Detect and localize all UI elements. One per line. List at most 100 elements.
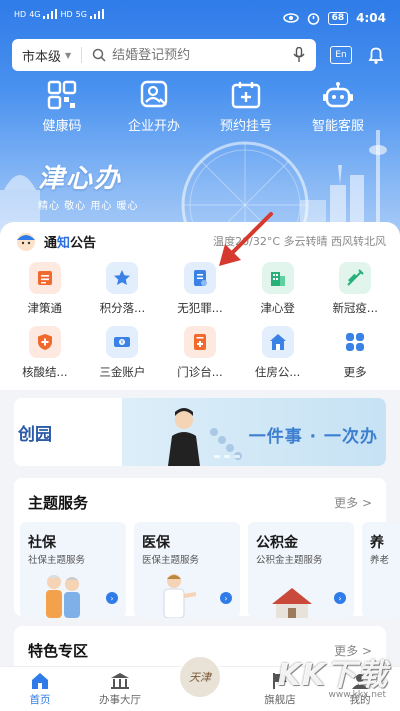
signal-icon: [43, 9, 58, 19]
theme-card-title: 公积金: [256, 535, 298, 551]
service-row: 津策通 积分落... 无犯罪... 津心登 新冠疫...: [6, 262, 394, 326]
notice-title: 通知公告: [44, 232, 96, 251]
section-title: 主题服务: [28, 494, 89, 512]
theme-card-social-security[interactable]: 社保 社保主题服务 ›: [20, 522, 126, 618]
business-person-icon: [140, 80, 168, 108]
banner-slogan: 一件事 · 一次办: [248, 427, 378, 447]
quick-label: 企业开办: [127, 119, 180, 134]
service-item-nucleic-result[interactable]: 核酸结...: [10, 326, 80, 390]
svg-text:¥: ¥: [121, 340, 124, 346]
service-label: 新冠疫...: [332, 301, 378, 315]
quick-services: 健康码 企业开办 预约挂号 智能客服: [0, 80, 400, 136]
tab-label: 首页: [29, 694, 51, 706]
tab-profile[interactable]: 我的: [320, 667, 400, 711]
arrow-right-icon[interactable]: ›: [106, 592, 118, 604]
notice-title-highlight: 知: [57, 235, 71, 251]
search-input[interactable]: [112, 47, 292, 63]
service-item-housing-fund[interactable]: 住房公...: [243, 326, 313, 390]
qr-code-icon: [47, 80, 77, 110]
service-label: 津策通: [27, 301, 63, 315]
caret-down-icon[interactable]: ▼: [65, 51, 71, 60]
doctor-illustration: [163, 574, 197, 618]
hd-label: HD: [14, 10, 27, 19]
theme-card-subtitle: 医保主题服务: [142, 555, 200, 566]
quick-label: 预约挂号: [219, 119, 272, 134]
service-item-points-settlement[interactable]: 积分落...: [87, 262, 157, 326]
tab-label: 旗舰店: [264, 694, 296, 706]
service-item-outpatient[interactable]: 门诊台...: [165, 326, 235, 390]
theme-card-title: 社保: [28, 535, 56, 551]
services-card: 通知公告 温度20/32°C 多云转晴 西风转北风 津策通 积分落... 无犯罪…: [0, 222, 400, 390]
medical-calendar-icon: [231, 82, 261, 109]
signal-indicators: HD 4G HD 5G: [14, 9, 104, 19]
theme-card-title: 医保: [142, 535, 170, 551]
clock: 4:04: [356, 11, 386, 25]
quick-label: 健康码: [42, 119, 82, 134]
certificate-icon: [183, 262, 216, 294]
home-icon: [32, 673, 48, 689]
theme-card-row: 社保 社保主题服务 › 医保 医保主题服务 › 公积金 公积金主题服务 › 养 …: [20, 522, 400, 618]
brand-title: 津心办: [38, 164, 123, 194]
theme-card-pension[interactable]: 养 养老: [362, 522, 400, 618]
promo-banner[interactable]: 创园 一件事 · 一次办: [14, 398, 386, 466]
status-bar: HD 4G HD 5G 68 4:04: [0, 0, 400, 36]
arrow-right-icon[interactable]: ›: [220, 592, 232, 604]
arrow-right-icon[interactable]: ›: [334, 592, 346, 604]
service-label: 住房公...: [254, 365, 301, 379]
more-link[interactable]: 更多 >: [334, 494, 372, 511]
microphone-icon[interactable]: [292, 47, 306, 63]
service-row: 核酸结... ¥ 三金账户 门诊台... 住房公... 更多: [6, 326, 394, 390]
tab-service-hall[interactable]: 办事大厅: [80, 667, 160, 711]
theme-card-housing-fund[interactable]: 公积金 公积金主题服务 ›: [248, 522, 354, 618]
theme-card-medical-insurance[interactable]: 医保 医保主题服务 ›: [134, 522, 240, 618]
language-toggle-button[interactable]: En: [330, 46, 352, 64]
more-link[interactable]: 更多 >: [334, 642, 372, 659]
service-label: 无犯罪...: [177, 301, 223, 315]
quick-label: 智能客服: [311, 119, 364, 134]
service-item-jincetong[interactable]: 津策通: [10, 262, 80, 326]
theme-card-subtitle: 公积金主题服务: [256, 555, 323, 566]
search-box[interactable]: 市本级 ▼: [12, 39, 316, 71]
service-label: 三金账户: [99, 365, 146, 379]
city-selector[interactable]: 市本级: [22, 46, 61, 65]
quick-item-smart-service[interactable]: 智能客服: [298, 80, 378, 136]
tab-center[interactable]: 天津: [160, 655, 240, 711]
elderly-couple-illustration: [46, 575, 80, 618]
tianjin-logo[interactable]: 天津: [178, 655, 222, 699]
syringe-icon: [339, 262, 372, 294]
service-item-no-criminal-record[interactable]: 无犯罪...: [165, 262, 235, 326]
bell-icon[interactable]: [366, 45, 386, 65]
service-label: 门诊台...: [177, 365, 223, 379]
user-icon: [352, 674, 368, 689]
service-item-more[interactable]: 更多: [320, 326, 390, 390]
service-item-covid-vaccine[interactable]: 新冠疫...: [320, 262, 390, 326]
banner-left-text: 创园: [18, 425, 52, 445]
quick-item-health-code[interactable]: 健康码: [22, 80, 102, 136]
service-item-jinxindeng[interactable]: 津心登: [243, 262, 313, 326]
search-row: 市本级 ▼ En: [12, 38, 388, 72]
search-icon: [92, 48, 106, 62]
tab-home[interactable]: 首页: [0, 667, 80, 711]
notice-title-suffix: 公告: [70, 235, 97, 251]
house-icon: [261, 326, 294, 358]
red-arrow-icon: [219, 212, 273, 266]
theme-services-panel: 主题服务 更多 > 社保 社保主题服务 › 医保 医保主题服务 › 公积金 公积…: [14, 478, 400, 618]
flag-icon: [273, 673, 287, 689]
service-item-three-funds[interactable]: ¥ 三金账户: [87, 326, 157, 390]
service-label: 核酸结...: [22, 365, 68, 379]
tab-flagship[interactable]: 旗舰店: [240, 667, 320, 711]
network-label-2: 5G: [75, 10, 87, 19]
carousel-dots[interactable]: [214, 455, 240, 458]
notice-bar[interactable]: 通知公告 温度20/32°C 多云转晴 西风转北风: [14, 230, 386, 252]
tab-label: 我的: [349, 694, 371, 706]
theme-card-title: 养: [370, 535, 384, 551]
tab-label: 办事大厅: [99, 694, 141, 706]
brand-block: 津心办 精心 敬心 用心 暖心: [38, 158, 139, 212]
section-title: 特色专区: [28, 642, 89, 660]
more-grid-icon: [339, 326, 372, 358]
alarm-icon: [307, 12, 319, 25]
theme-card-subtitle: 养老: [370, 555, 390, 566]
quick-item-appointment[interactable]: 预约挂号: [206, 80, 286, 136]
policy-icon: [28, 262, 61, 294]
quick-item-business[interactable]: 企业开办: [114, 80, 194, 136]
